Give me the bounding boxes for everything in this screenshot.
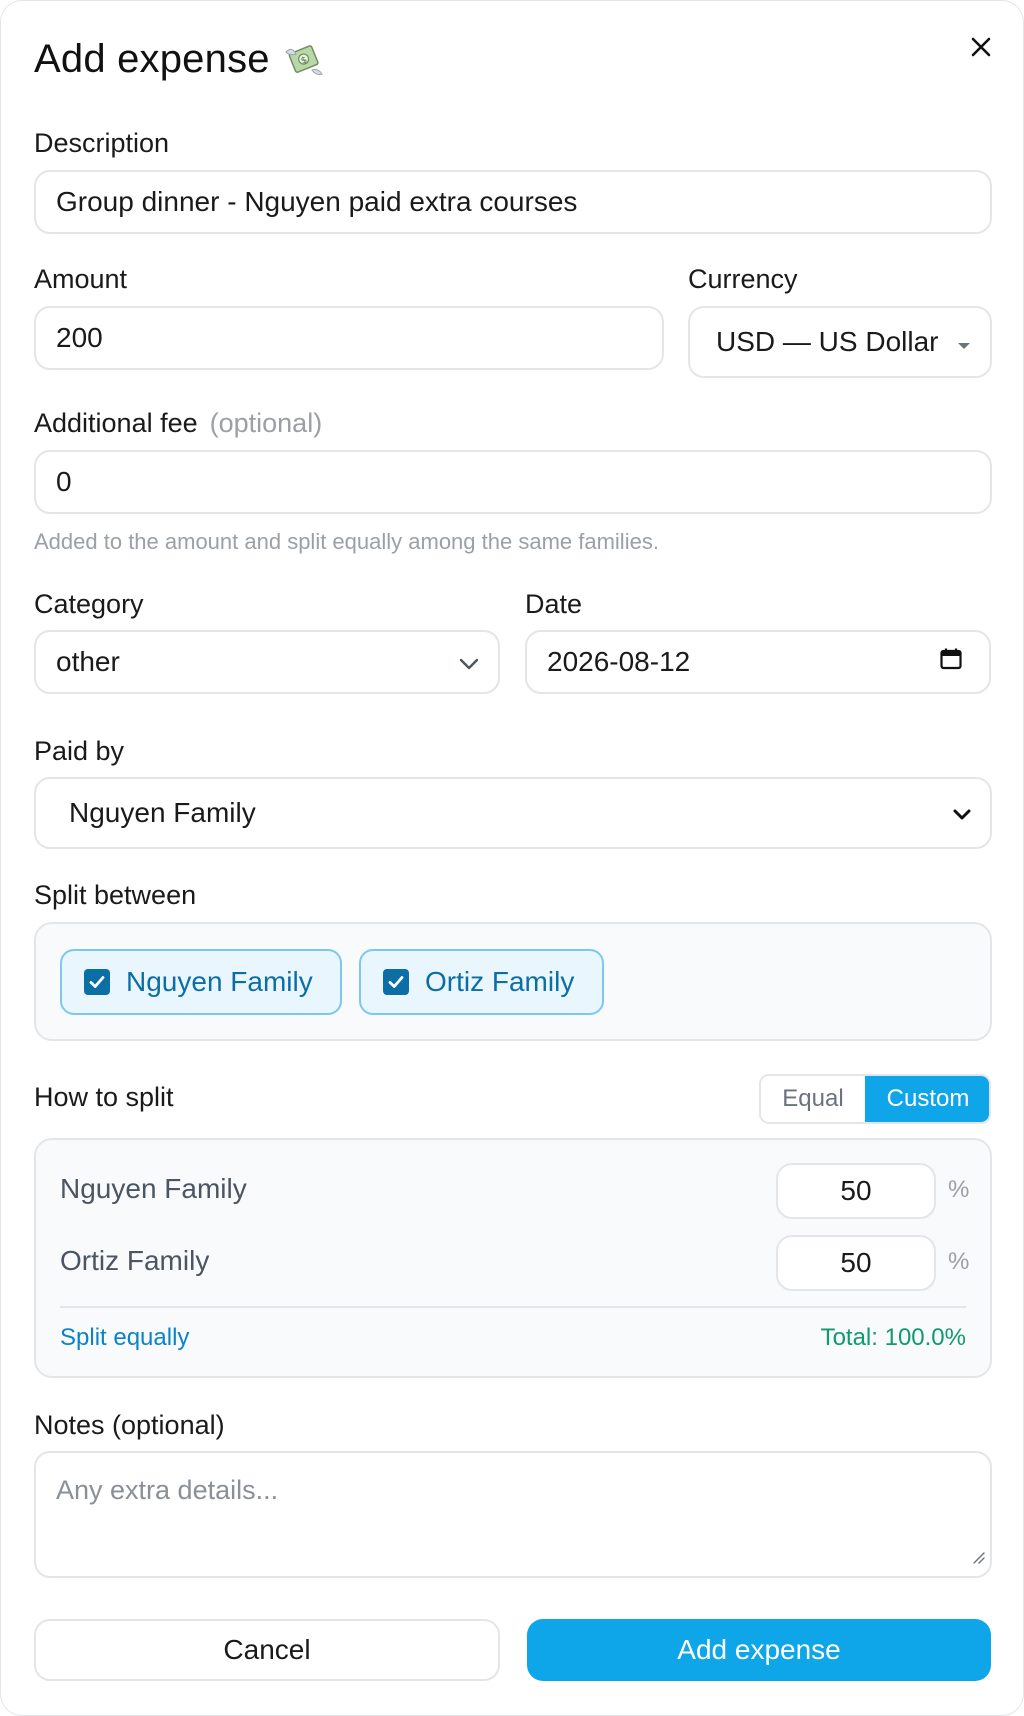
notes-placeholder: Any extra details... [56,1475,279,1505]
fee-label-text: Additional fee [34,408,198,438]
dialog-title-text: Add expense [34,37,270,81]
family-chip-ortiz[interactable]: Ortiz Family [359,949,604,1015]
resize-handle-icon[interactable] [970,1541,986,1572]
amount-label: Amount [34,264,128,294]
currency-select[interactable]: USD — US Dollar [688,306,992,378]
percent-sign: % [948,1176,970,1203]
date-input[interactable]: 2026-08-12 [525,630,991,694]
fee-label: Additional fee (optional) [34,408,322,439]
split-row-name: Nguyen Family [60,1173,247,1204]
split-mode-custom-button[interactable]: Custom [865,1076,989,1122]
checkbox-checked-icon[interactable] [84,969,110,995]
split-between-group: Nguyen Family Ortiz Family [34,922,992,1041]
custom-split-panel: Nguyen Family 50 % Ortiz Family 50 % Spl… [34,1138,992,1378]
split-between-label: Split between [34,880,197,910]
split-row-name: Ortiz Family [60,1245,210,1276]
money-with-wings-icon: $ [282,40,326,80]
split-equally-link[interactable]: Split equally [60,1324,189,1352]
fee-optional-text: (optional) [209,408,323,438]
divider [60,1306,966,1308]
split-percent-input[interactable]: 50 [776,1235,936,1291]
category-value: other [56,646,120,677]
split-mode-toggle: Equal Custom [759,1074,991,1124]
checkbox-checked-icon[interactable] [383,969,409,995]
chevron-down-icon [952,797,972,829]
close-icon [971,37,991,57]
description-label: Description [34,128,170,158]
amount-value: 200 [56,322,103,353]
paid-by-value: Nguyen Family [69,797,256,828]
fee-input[interactable]: 0 [34,450,992,514]
close-button[interactable] [963,29,999,65]
category-select[interactable]: other [34,630,500,694]
family-chip-nguyen[interactable]: Nguyen Family [60,949,342,1015]
how-to-split-label: How to split [34,1082,174,1112]
split-percent-input[interactable]: 50 [776,1163,936,1219]
caret-down-icon [956,326,972,358]
category-label: Category [34,589,144,619]
fee-value: 0 [56,466,72,497]
currency-value: USD — US Dollar [716,326,939,357]
family-chip-label: Ortiz Family [425,966,575,997]
description-input[interactable]: Group dinner - Nguyen paid extra courses [34,170,992,234]
percent-sign: % [948,1248,970,1275]
add-expense-button[interactable]: Add expense [527,1619,991,1681]
amount-input[interactable]: 200 [34,306,664,370]
notes-textarea[interactable]: Any extra details... [34,1451,992,1578]
paid-by-label: Paid by [34,736,125,766]
chevron-down-icon [458,646,480,678]
calendar-icon[interactable] [939,646,963,678]
dialog-title: Add expense $ [34,37,326,82]
currency-label: Currency [688,264,798,294]
paid-by-select[interactable]: Nguyen Family [34,777,992,849]
description-value: Group dinner - Nguyen paid extra courses [56,186,578,217]
date-label: Date [525,589,583,619]
cancel-button[interactable]: Cancel [34,1619,500,1681]
split-total: Total: 100.0% [820,1324,966,1351]
fee-help-text: Added to the amount and split equally am… [34,529,659,554]
date-value: 2026-08-12 [547,646,691,677]
add-expense-dialog: Add expense $ Description Group dinner -… [0,0,1024,1716]
family-chip-label: Nguyen Family [126,966,313,997]
split-mode-equal-button[interactable]: Equal [761,1076,865,1122]
notes-label: Notes (optional) [34,1410,225,1440]
